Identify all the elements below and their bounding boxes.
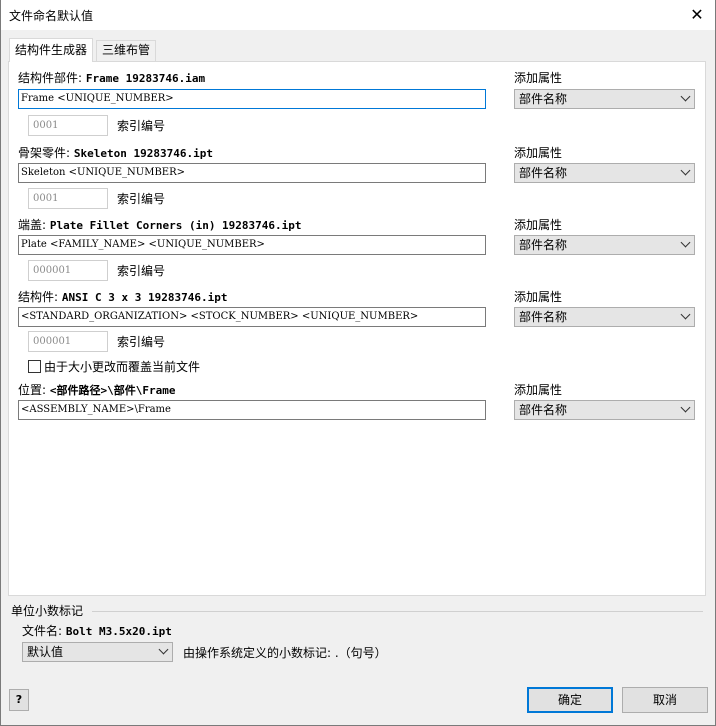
index-number-label: 索引编号 [117,119,166,133]
index-number-field[interactable]: 000001 [28,331,108,352]
attribute-dropdown[interactable]: 部件名称 [514,89,695,109]
row-caption: 结构件: ANSI C 3 x 3 19283746.ipt [18,290,228,304]
chevron-down-icon [680,165,691,176]
add-attribute-label: 添加属性 [514,146,563,160]
add-attribute-label: 添加属性 [514,383,563,397]
chevron-down-icon [680,237,691,248]
row-caption: 结构件部件: Frame 19283746.iam [18,71,206,85]
attribute-dropdown[interactable]: 部件名称 [514,163,695,183]
pattern-input[interactable]: Skeleton <UNIQUE_NUMBER> [18,163,486,183]
cancel-button[interactable]: 取消 [622,687,708,713]
tab-structural-generator[interactable]: 结构件生成器 [9,38,94,62]
location-caption: 位置: <部件路径>\部件\Frame [18,383,176,397]
row-caption: 端盖: Plate Fillet Corners (in) 19283746.i… [18,218,302,232]
add-attribute-label: 添加属性 [514,290,563,304]
attribute-dropdown[interactable]: 部件名称 [514,235,695,255]
row-filename: Frame 19283746.iam [85,72,206,85]
row-filename: Skeleton 19283746.ipt [73,147,213,160]
row-filename: ANSI C 3 x 3 19283746.ipt [61,291,228,304]
ok-button[interactable]: 确定 [527,687,613,713]
index-number-field[interactable]: 0001 [28,188,108,209]
chevron-down-icon [680,402,691,413]
index-number-label: 索引编号 [117,264,166,278]
location-path: <部件路径>\部件\Frame [49,384,176,397]
close-icon[interactable]: ✕ [686,4,708,26]
row-caption: 骨架零件: Skeleton 19283746.ipt [18,146,213,160]
index-number-field[interactable]: 000001 [28,260,108,281]
location-pattern-input[interactable]: <ASSEMBLY_NAME>\Frame [18,400,486,420]
row-filename: Plate Fillet Corners (in) 19283746.ipt [49,219,302,232]
attribute-dropdown[interactable]: 部件名称 [514,307,695,327]
override-checkbox[interactable] [28,360,41,373]
chevron-down-icon [680,91,691,102]
add-attribute-label: 添加属性 [514,71,563,85]
tab-panel [8,61,706,596]
index-number-field[interactable]: 0001 [28,115,108,136]
pattern-input[interactable]: Plate <FAMILY_NAME> <UNIQUE_NUMBER> [18,235,486,255]
attribute-dropdown[interactable]: 部件名称 [514,400,695,420]
decimal-filename-caption: 文件名: Bolt M3.5x20.ipt [22,624,172,638]
add-attribute-label: 添加属性 [514,218,563,232]
help-button[interactable]: ? [9,689,29,711]
chevron-down-icon [158,644,169,655]
index-number-label: 索引编号 [117,335,166,349]
window-border [0,0,1,726]
index-number-label: 索引编号 [117,192,166,206]
decimal-description: 由操作系统定义的小数标记: .（句号） [183,646,387,660]
decimal-marker-dropdown[interactable]: 默认值 [22,642,173,662]
pattern-input[interactable]: Frame <UNIQUE_NUMBER> [18,89,486,109]
override-checkbox-label: 由于大小更改而覆盖当前文件 [44,360,201,374]
title-bar [0,0,716,30]
section-divider [92,611,703,612]
decimal-section-title: 单位小数标记 [11,604,84,618]
decimal-filename: Bolt M3.5x20.ipt [65,625,172,638]
tab-3d-piping[interactable]: 三维布管 [96,40,157,61]
window-title: 文件命名默认值 [9,9,94,23]
pattern-input[interactable]: <STANDARD_ORGANIZATION> <STOCK_NUMBER> <… [18,307,486,327]
chevron-down-icon [680,309,691,320]
